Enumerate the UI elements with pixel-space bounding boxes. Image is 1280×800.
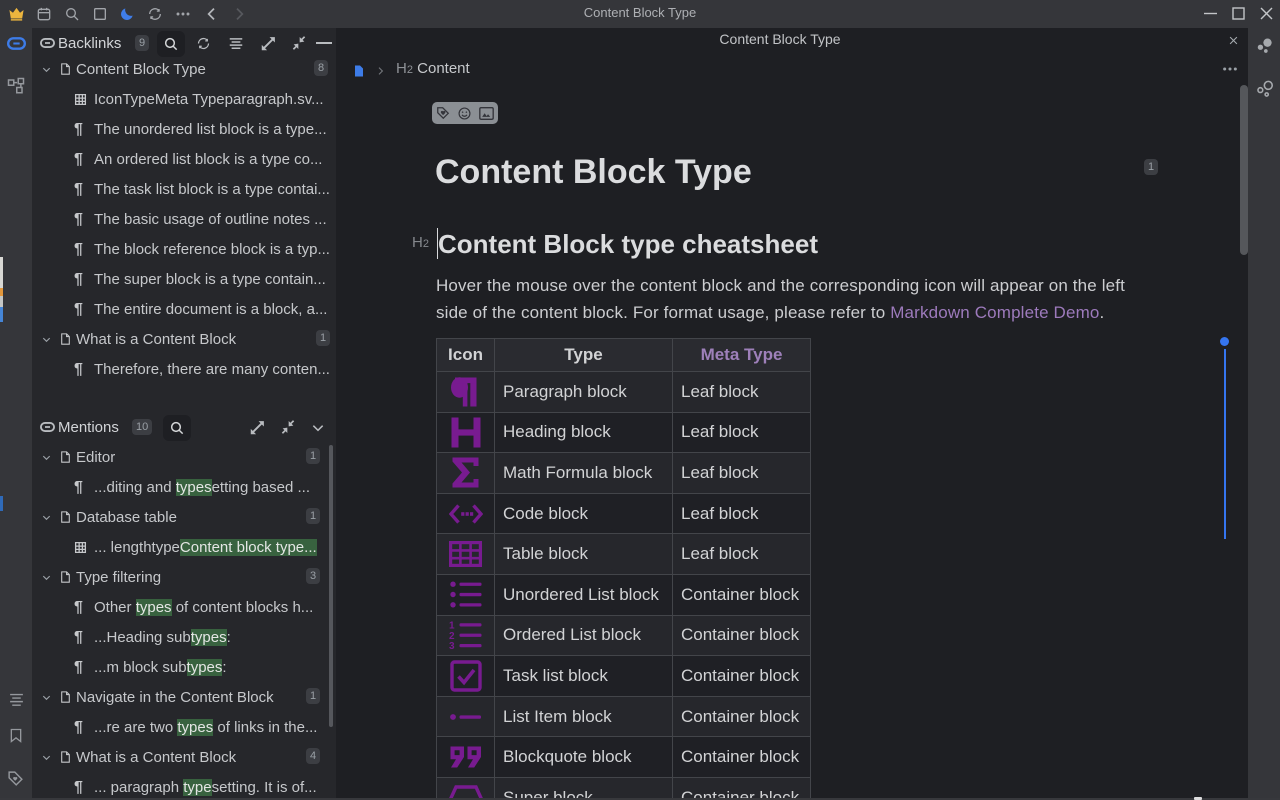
svg-text:1: 1 (449, 621, 455, 632)
svg-text:3: 3 (449, 642, 455, 650)
